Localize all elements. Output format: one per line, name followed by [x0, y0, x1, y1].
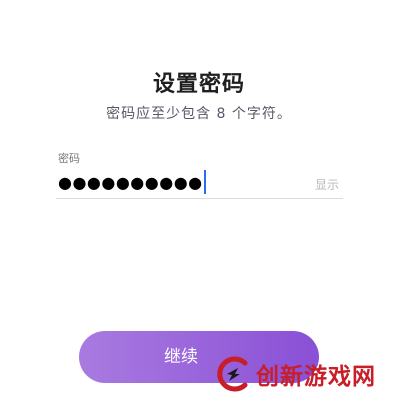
set-password-screen: 设置密码 密码应至少包含 8 个字符。 密码 ●●●●●●●●●● 显示 继续 … — [0, 0, 398, 398]
password-field[interactable]: ●●●●●●●●●● 显示 — [56, 168, 343, 199]
continue-button-label: 继续 — [164, 347, 198, 367]
page-subtitle: 密码应至少包含 8 个字符。 — [106, 106, 292, 122]
watermark-text: 创新游戏网 — [256, 364, 376, 390]
password-label: 密码 — [58, 152, 80, 165]
text-caret — [203, 169, 206, 194]
password-input[interactable]: ●●●●●●●●●● — [58, 169, 206, 196]
site-watermark: 创新游戏网 — [214, 352, 376, 396]
page-title: 设置密码 — [152, 72, 245, 97]
password-masked-value: ●●●●●●●●●● — [58, 173, 203, 192]
show-password-toggle[interactable]: 显示 — [315, 176, 339, 193]
watermark-logo-icon — [217, 356, 248, 392]
